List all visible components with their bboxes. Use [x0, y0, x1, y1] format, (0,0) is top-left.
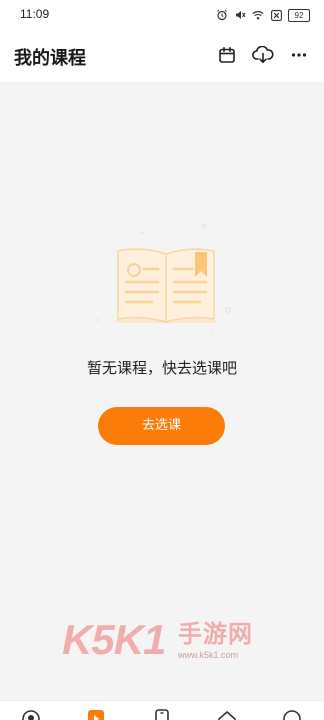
- watermark-logo: K5K1 手游网 www.k5k1.com: [62, 618, 272, 666]
- alarm-icon: [216, 9, 228, 21]
- app-header: 我的课程: [0, 30, 324, 82]
- calendar-icon[interactable]: [216, 44, 238, 66]
- battery-icon: 92: [288, 8, 310, 22]
- status-icons: 92: [216, 7, 310, 23]
- header-actions: [216, 44, 310, 66]
- open-book-icon: [96, 222, 236, 334]
- home-alt-icon[interactable]: [216, 708, 238, 720]
- more-icon[interactable]: [288, 44, 310, 66]
- page-title: 我的课程: [14, 48, 86, 69]
- cloud-download-icon[interactable]: [252, 44, 274, 66]
- profile-icon[interactable]: [281, 708, 303, 720]
- course-icon[interactable]: [85, 708, 107, 720]
- app-screen: 11:09 92 我的课程 暂无课程，快去选课吧 去选课 K5K1 手游网 ww…: [0, 0, 324, 720]
- empty-state-message: 暂无课程，快去选课吧: [86, 359, 237, 377]
- watermark-url: www.k5k1.com: [178, 650, 239, 660]
- phone-icon[interactable]: [151, 708, 173, 720]
- wifi-icon: [252, 9, 264, 21]
- status-bar: 11:09 92: [0, 0, 324, 30]
- status-time: 11:09: [20, 7, 50, 21]
- sim-icon: [270, 9, 282, 21]
- bottom-nav: [0, 700, 324, 720]
- choose-course-button[interactable]: 去选课: [98, 407, 225, 445]
- watermark-brand-cn: 手游网: [178, 620, 253, 648]
- mute-icon: [234, 9, 246, 21]
- home-icon[interactable]: [20, 708, 42, 720]
- watermark-brand: K5K1: [62, 616, 166, 663]
